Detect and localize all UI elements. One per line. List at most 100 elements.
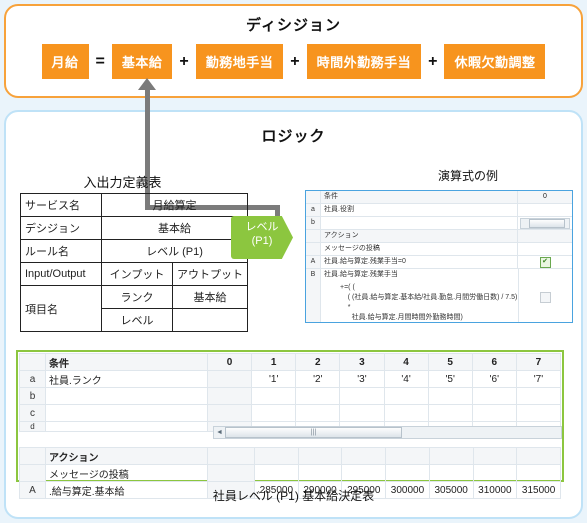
io-row-value-service: 月給算定: [101, 193, 248, 217]
dt-action-hdr-6: [472, 447, 518, 465]
dt-col-header-7[interactable]: 7: [515, 353, 562, 371]
dt-message-1[interactable]: [254, 464, 299, 482]
dt-message-label[interactable]: メッセージの投稿: [45, 464, 208, 482]
io-row-value-rank: ランク: [101, 285, 173, 309]
dt-cell-a-2[interactable]: '2': [295, 370, 341, 388]
dt-action-hdr-2: [297, 447, 343, 465]
scroll-left-arrow-icon[interactable]: ◄: [214, 427, 225, 438]
dt-message-5[interactable]: [428, 464, 474, 482]
dt-cell-c-4[interactable]: [383, 404, 429, 422]
dt-row-name-c[interactable]: [45, 404, 208, 422]
io-row-label-service: サービス名: [20, 193, 102, 217]
decision-term-base-salary: 基本給: [111, 44, 173, 79]
plus-operator-2: +: [290, 52, 300, 70]
dt-row-name-b[interactable]: [45, 387, 208, 405]
dt-cell-c-7[interactable]: [515, 404, 562, 422]
dt-col-header-5[interactable]: 5: [427, 353, 473, 371]
dt-row-name-a[interactable]: 社員.ランク: [45, 370, 208, 388]
decision-table-action-header-row: アクション: [19, 447, 561, 465]
dt-gutter-header: [19, 353, 46, 371]
formula-condition-header: 条件: [321, 191, 517, 203]
formula-horizontal-scrollbar[interactable]: [520, 218, 570, 229]
scrollbar-thumb[interactable]: [529, 219, 565, 228]
dt-cell-c-3[interactable]: [339, 404, 385, 422]
dt-message-7[interactable]: [516, 464, 561, 482]
io-row-label-decision: デシジョン: [20, 216, 102, 240]
formula-row-value-b: [517, 217, 572, 229]
dt-message-4[interactable]: [385, 464, 430, 482]
io-row-value-output: アウトプット: [172, 262, 248, 286]
logic-panel-title: ロジック: [261, 128, 326, 145]
formula-row-text-a: 社員.役割: [324, 206, 354, 213]
decision-term-location-allowance: 勤務地手当: [195, 44, 284, 79]
dt-cell-b-7[interactable]: [515, 387, 562, 405]
dt-cell-a-1[interactable]: '1': [251, 370, 297, 388]
table-row: a 社員.役割: [306, 204, 572, 217]
formula-gutter-blank-2: [306, 230, 321, 242]
decision-table-caption: 社員レベル (P1) 基本給決定表: [212, 489, 375, 503]
dt-cell-a-5[interactable]: '5': [427, 370, 473, 388]
io-row-label-inputoutput: Input/Output: [20, 262, 102, 286]
dt-cell-c-5[interactable]: [427, 404, 473, 422]
io-row-value-rulename: レベル (P1): [101, 239, 248, 263]
dt-cell-c-6[interactable]: [471, 404, 517, 422]
dt-action-gutter-header: [19, 447, 46, 465]
dt-cell-a-3[interactable]: '3': [339, 370, 385, 388]
dt-col-header-0[interactable]: 0: [206, 353, 253, 371]
decision-formula-row: 月給 = 基本給 + 勤務地手当 + 時間外勤務手当 + 休暇欠勤調整: [6, 44, 581, 79]
table-row: ルール名 レベル (P1): [20, 239, 248, 263]
connector-arrowhead-icon: [138, 78, 156, 90]
dt-cell-b-5[interactable]: [427, 387, 473, 405]
table-row: サービス名 月給算定: [20, 193, 248, 217]
table-row: c: [19, 404, 562, 422]
dt-message-6[interactable]: [472, 464, 518, 482]
decision-table-panel: 条件 0 1 2 3 4 5 6 7 a 社員.ランク '1' '2' '3' …: [16, 350, 564, 499]
dt-col-header-3[interactable]: 3: [339, 353, 385, 371]
formula-action-text-A: 社員.給与算定.残業手当=0: [324, 258, 406, 265]
dt-cell-b-6[interactable]: [471, 387, 517, 405]
dt-cell-a-7[interactable]: '7': [515, 370, 562, 388]
formula-message-value-blank: [517, 243, 572, 255]
dt-cell-c-0[interactable]: [206, 404, 253, 422]
dt-col-header-1[interactable]: 1: [251, 353, 297, 371]
dt-row-group-d: d: [19, 421, 46, 432]
decision-term-leave-adjustment: 休暇欠勤調整: [444, 44, 546, 79]
dt-row-name-d[interactable]: [45, 421, 208, 432]
decision-panel-title: ディシジョン: [246, 17, 341, 34]
checkbox-unchecked-icon[interactable]: ✔: [540, 292, 551, 303]
scrollbar-thumb[interactable]: |||: [225, 427, 402, 438]
formula-action-label-B: 社員.給与算定.残業手当: [324, 271, 398, 278]
decision-table-horizontal-scrollbar[interactable]: ◄ |||: [213, 426, 562, 439]
dt-cell-b-0[interactable]: [206, 387, 253, 405]
dt-cell-a-0[interactable]: [206, 370, 253, 388]
dt-message-gutter: [19, 464, 46, 482]
decision-table-conditions: 条件 0 1 2 3 4 5 6 7 a 社員.ランク '1' '2' '3' …: [19, 353, 562, 432]
dt-condition-header: 条件: [45, 353, 208, 371]
table-row: Input/Output インプット アウトプット: [20, 262, 248, 286]
level-badge[interactable]: レベル (P1): [231, 216, 293, 259]
dt-cell-b-2[interactable]: [295, 387, 341, 405]
dt-message-0[interactable]: [207, 464, 255, 482]
dt-cell-a-4[interactable]: '4': [383, 370, 429, 388]
dt-message-2[interactable]: [297, 464, 343, 482]
io-row-value-decision: 基本給: [101, 216, 248, 240]
plus-operator-3: +: [428, 52, 438, 70]
dt-cell-b-3[interactable]: [339, 387, 385, 405]
dt-cell-a-6[interactable]: '6': [471, 370, 517, 388]
dt-col-header-2[interactable]: 2: [295, 353, 341, 371]
formula-message-label: メッセージの投稿: [324, 245, 380, 252]
dt-col-header-6[interactable]: 6: [471, 353, 517, 371]
equals-operator: =: [95, 52, 105, 70]
formula-action-group-A: A: [306, 256, 321, 268]
formula-gutter-blank: [306, 191, 321, 203]
dt-cell-b-1[interactable]: [251, 387, 297, 405]
dt-col-header-4[interactable]: 4: [383, 353, 429, 371]
decision-term-overtime-allowance: 時間外勤務手当: [306, 44, 422, 79]
dt-cell-b-4[interactable]: [383, 387, 429, 405]
checkbox-checked-icon[interactable]: ✔: [539, 257, 551, 268]
dt-cell-c-1[interactable]: [251, 404, 297, 422]
decision-result-box: 月給: [41, 44, 89, 79]
dt-cell-c-2[interactable]: [295, 404, 341, 422]
dt-message-3[interactable]: [341, 464, 387, 482]
plus-operator-1: +: [179, 52, 189, 70]
